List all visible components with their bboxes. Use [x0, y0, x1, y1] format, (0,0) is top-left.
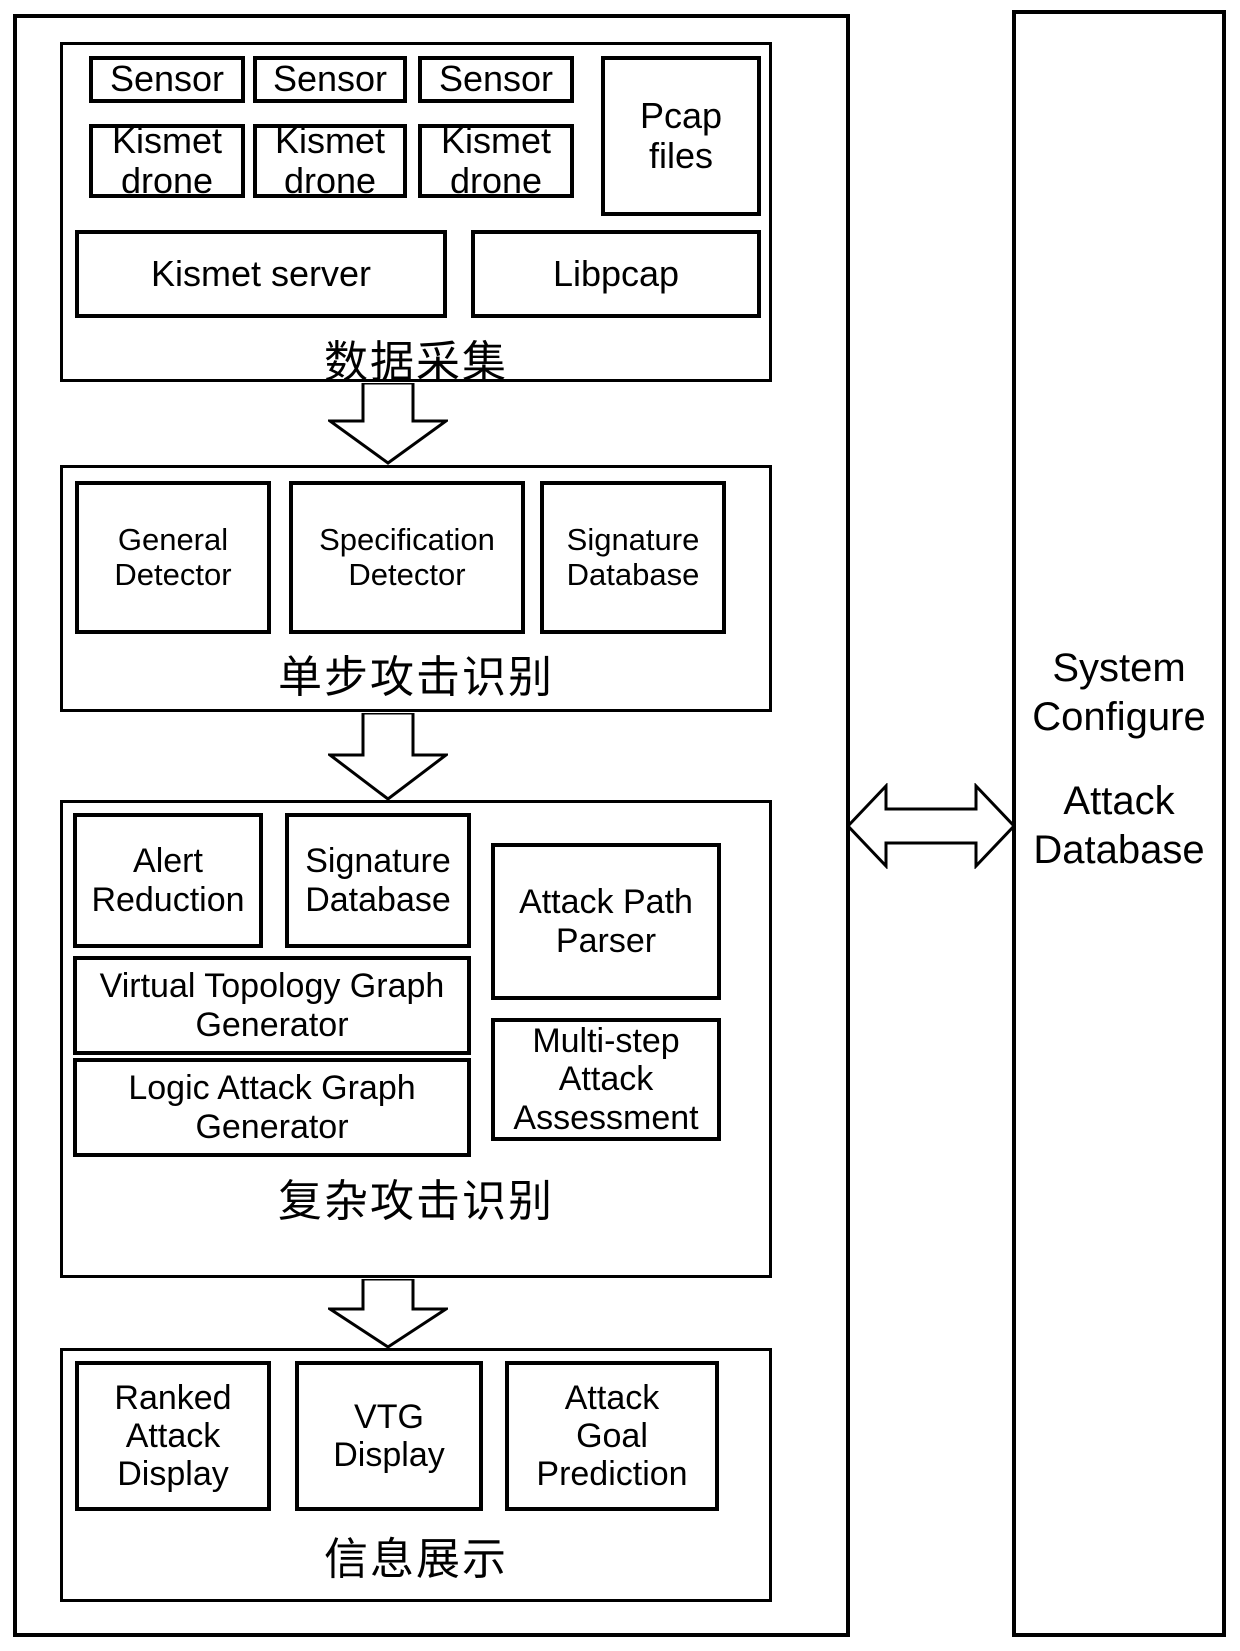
node-label-line3: Assessment	[513, 1098, 699, 1137]
node-label-line1: Alert	[133, 842, 203, 881]
arrow-single-step-to-complex-icon	[328, 713, 448, 801]
node-label: Sensor	[109, 58, 225, 100]
node-sensor-3[interactable]: Sensor	[418, 56, 574, 103]
stage-information-display: Ranked Attack Display VTG Display Attack…	[60, 1348, 772, 1602]
node-label-line1: Specification	[319, 521, 495, 557]
diagram-canvas: Sensor Sensor Sensor Pcap files Kismet d…	[0, 0, 1240, 1651]
node-specification-detector[interactable]: Specification Detector	[289, 481, 525, 634]
node-label-line1: Attack	[564, 1378, 660, 1417]
stage-data-collection: Sensor Sensor Sensor Pcap files Kismet d…	[60, 42, 772, 388]
node-virtual-topology-graph-generator[interactable]: Virtual Topology Graph Generator	[73, 956, 471, 1055]
node-label-line2: Parser	[555, 921, 657, 960]
node-logic-attack-graph-generator[interactable]: Logic Attack Graph Generator	[73, 1058, 471, 1157]
node-label-line1: VTG	[354, 1397, 424, 1436]
node-label-line3: Display	[117, 1455, 229, 1494]
node-label-line2: Database	[566, 556, 700, 592]
stage-single-step-attack-detection: General Detector Specification Detector …	[60, 465, 772, 712]
node-kismet-drone-2[interactable]: Kismet drone	[253, 120, 407, 201]
node-label-line1: Logic Attack Graph	[128, 1069, 416, 1108]
side-panel-line4: Database	[1033, 827, 1205, 872]
node-label-line1: Signature	[305, 842, 451, 881]
node-sensor-1[interactable]: Sensor	[89, 56, 245, 103]
node-general-detector[interactable]: General Detector	[75, 481, 271, 634]
node-kismet-drone-3[interactable]: Kismet drone	[418, 120, 574, 201]
node-label-line1: Virtual Topology Graph	[99, 967, 445, 1006]
stage-complex-attack-detection: Alert Reduction Signature Database Attac…	[60, 800, 772, 1278]
node-ranked-attack-display[interactable]: Ranked Attack Display	[75, 1361, 271, 1511]
node-label-line2: Database	[305, 880, 451, 919]
node-label: Libpcap	[552, 252, 680, 294]
node-label-line1: Signature	[566, 521, 700, 557]
arrow-pipeline-to-side-panel-icon	[846, 783, 1016, 869]
node-label-line1: Kismet	[274, 119, 386, 161]
node-label-line1: Kismet	[111, 119, 223, 161]
side-panel-line1: System	[1052, 646, 1186, 690]
node-attack-goal-prediction[interactable]: Attack Goal Prediction	[505, 1361, 719, 1511]
node-label-line2: Attack	[558, 1060, 654, 1099]
node-label-line2: Attack	[125, 1416, 221, 1455]
side-panel-frame: System Configure Attack Database	[1012, 10, 1226, 1637]
node-label-line2: files	[648, 135, 714, 176]
node-vtg-display[interactable]: VTG Display	[295, 1361, 483, 1511]
stage-label-data-collection: 数据采集	[324, 337, 508, 388]
node-multi-step-attack-assessment[interactable]: Multi-step Attack Assessment	[491, 1018, 721, 1141]
node-label-line2: drone	[120, 160, 214, 201]
node-label: Kismet server	[150, 252, 372, 294]
node-label-line1: Pcap	[639, 94, 723, 136]
stage-label-complex-attack-detection: 复杂攻击识别	[278, 1176, 554, 1227]
node-label-line2: drone	[449, 160, 543, 201]
side-panel-line3: Attack	[1063, 779, 1175, 823]
node-label-line2: drone	[283, 160, 377, 201]
node-label-line2: Generator	[195, 1005, 349, 1044]
node-label-line1: Multi-step	[532, 1022, 680, 1061]
node-label-line2: Detector	[114, 556, 232, 592]
stage-label-information-display: 信息展示	[324, 1534, 508, 1585]
node-label-line2: Goal	[576, 1416, 648, 1455]
stage-label-single-step-attack-detection: 单步攻击识别	[278, 652, 554, 703]
side-panel-attack-database-label: Attack Database	[1016, 777, 1222, 875]
side-panel-system-configure-label: System Configure	[1016, 644, 1222, 742]
node-alert-reduction[interactable]: Alert Reduction	[73, 813, 263, 948]
node-label-line2: Generator	[195, 1107, 349, 1146]
arrow-collection-to-single-step-icon	[328, 383, 448, 465]
node-signature-database[interactable]: Signature Database	[540, 481, 726, 634]
node-signature-database-2[interactable]: Signature Database	[285, 813, 471, 948]
node-label-line1: Ranked	[114, 1378, 232, 1417]
node-label-line1: Attack Path	[519, 883, 693, 922]
node-label-line1: General	[117, 521, 229, 557]
node-kismet-drone-1[interactable]: Kismet drone	[89, 120, 245, 201]
node-label-line3: Prediction	[536, 1455, 688, 1494]
node-kismet-server[interactable]: Kismet server	[75, 230, 447, 318]
node-attack-path-parser[interactable]: Attack Path Parser	[491, 843, 721, 1000]
side-panel-line2: Configure	[1032, 694, 1206, 739]
node-label-line1: Kismet	[440, 119, 552, 161]
node-label: Sensor	[272, 58, 388, 100]
node-label-line2: Display	[333, 1436, 445, 1474]
node-label: Sensor	[438, 58, 554, 100]
node-label-line2: Reduction	[91, 880, 245, 919]
node-libpcap[interactable]: Libpcap	[471, 230, 761, 318]
node-label-line2: Detector	[348, 556, 466, 592]
node-pcap-files[interactable]: Pcap files	[601, 56, 761, 216]
node-sensor-2[interactable]: Sensor	[253, 56, 407, 103]
arrow-complex-to-display-icon	[328, 1279, 448, 1349]
